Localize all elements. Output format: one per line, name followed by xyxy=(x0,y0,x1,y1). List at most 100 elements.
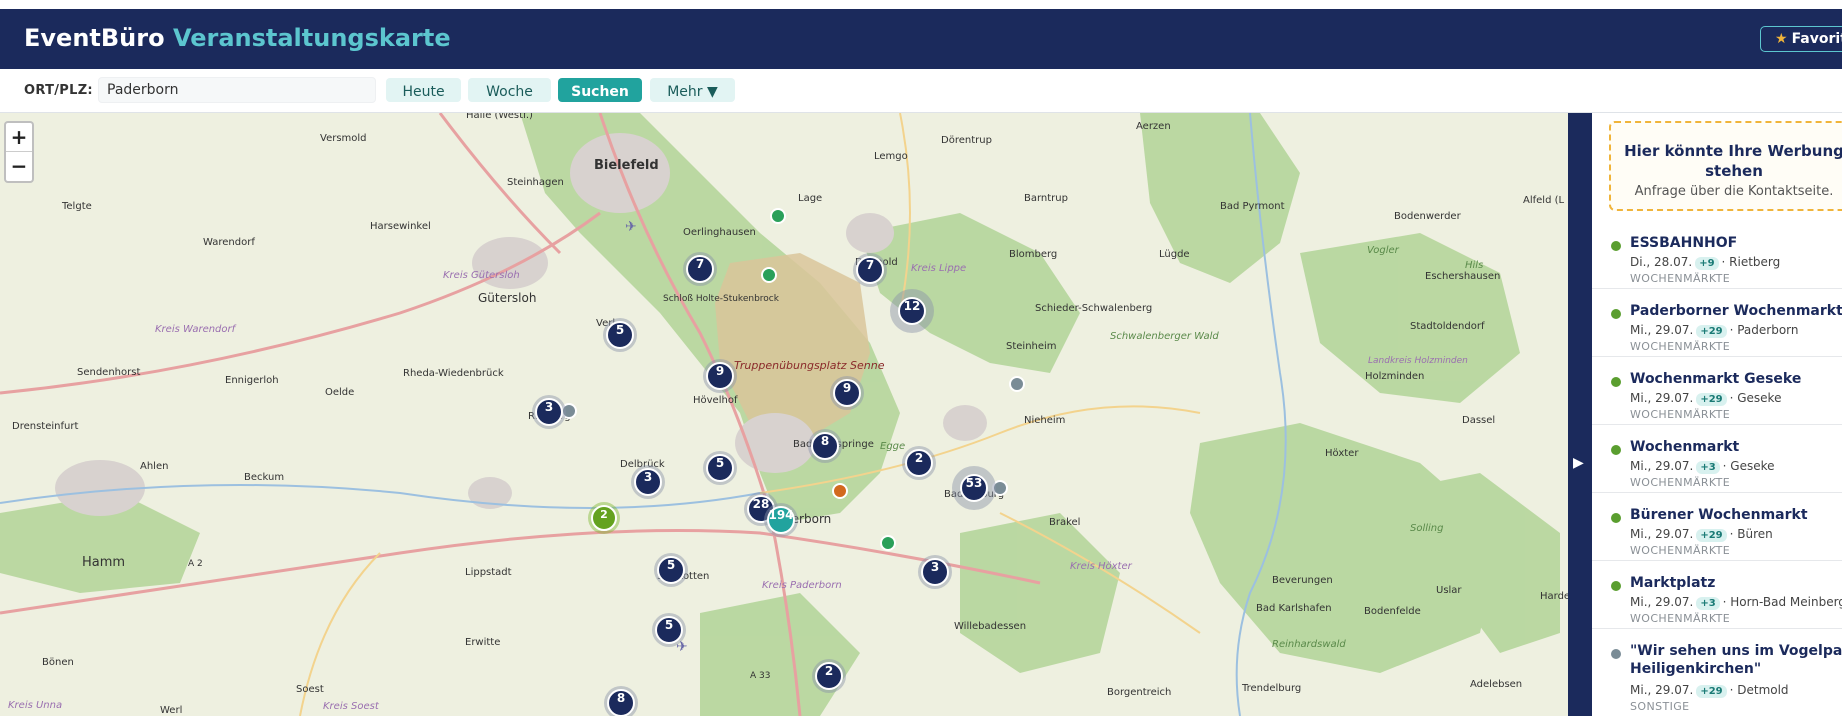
sidebar-toggle[interactable]: ▶ xyxy=(1568,113,1592,716)
place-label: Höxter xyxy=(1325,448,1359,459)
cluster-marker[interactable]: 2 xyxy=(588,502,620,534)
event-map[interactable]: Halle (Westf.) Versmold Bielefeld Lemgo … xyxy=(0,113,1568,716)
place-label: Drensteinfurt xyxy=(12,421,78,432)
status-dot-icon xyxy=(1611,513,1621,523)
search-button[interactable]: Suchen xyxy=(558,78,642,102)
place-label: Bönen xyxy=(42,657,74,668)
cluster-marker[interactable]: 53 xyxy=(952,466,996,510)
cluster-marker[interactable]: 5 xyxy=(703,451,737,485)
cluster-marker[interactable]: 2 xyxy=(812,659,846,693)
event-marker[interactable] xyxy=(761,267,777,283)
cluster-marker[interactable]: 9 xyxy=(830,376,864,410)
cluster-marker[interactable]: 2 xyxy=(902,446,936,480)
zoom-in-button[interactable]: + xyxy=(6,123,32,152)
cluster-count: 5 xyxy=(665,618,673,632)
more-dates-badge: +29 xyxy=(1696,685,1727,698)
cluster-marker[interactable]: 5 xyxy=(603,318,637,352)
place-label: Dassel xyxy=(1462,415,1495,426)
cluster-marker[interactable]: 7 xyxy=(683,252,717,286)
event-list-item[interactable]: "Wir sehen uns im Vogelpark Heiligenkirch… xyxy=(1592,629,1842,716)
cluster-marker[interactable]: 8 xyxy=(808,429,842,463)
cluster-marker[interactable]: 5 xyxy=(652,613,686,647)
zoom-control: + − xyxy=(4,121,34,183)
event-list-item[interactable]: Paderborner Wochenmarkt Mi., 29.07. +29 · P… xyxy=(1592,289,1842,357)
event-meta: Mi., 29.07. +29 · Paderborn xyxy=(1630,323,1799,338)
place-label: Kreis Soest xyxy=(323,701,380,712)
place-label: Hamm xyxy=(82,555,125,570)
cluster-marker[interactable]: 5 xyxy=(654,553,688,587)
cluster-count: 5 xyxy=(616,323,624,337)
location-input[interactable] xyxy=(98,77,376,103)
map-tiles[interactable]: Halle (Westf.) Versmold Bielefeld Lemgo … xyxy=(0,113,1568,716)
collapse-arrow-icon: ▶ xyxy=(1573,455,1584,471)
event-marker[interactable] xyxy=(1009,376,1025,392)
place-label: Oerlinghausen xyxy=(683,227,756,238)
event-meta: Mi., 29.07. +29 · Geseke xyxy=(1630,391,1781,406)
more-dates-badge: +9 xyxy=(1695,257,1719,270)
cluster-marker[interactable]: 7 xyxy=(853,253,887,287)
place-label: Schieder-Schwalenberg xyxy=(1035,303,1152,314)
cluster-marker[interactable]: 3 xyxy=(918,555,952,589)
more-button[interactable]: Mehr ▼ xyxy=(650,78,735,102)
place-label: Kreis Paderborn xyxy=(762,580,842,591)
event-category: WOCHENMÄRKTE xyxy=(1630,408,1731,421)
event-category: WOCHENMÄRKTE xyxy=(1630,544,1731,557)
place-label: Uslar xyxy=(1436,585,1462,596)
favorites-button[interactable]: ★ Favorit xyxy=(1760,26,1842,52)
cluster-count: 3 xyxy=(545,400,553,414)
event-place: · Geseke xyxy=(1729,391,1782,405)
place-label: Schloß Holte-Stukenbrock xyxy=(663,294,780,304)
week-button[interactable]: Woche xyxy=(468,78,551,102)
place-label: Willebadessen xyxy=(954,621,1026,632)
cluster-marker[interactable]: 194 xyxy=(764,503,798,537)
event-title: Wochenmarkt Geseke xyxy=(1630,371,1802,387)
zoom-out-button[interactable]: − xyxy=(6,152,32,181)
place-label: Erwitte xyxy=(465,637,500,648)
cluster-marker[interactable]: 9 xyxy=(703,359,737,393)
more-dates-badge: +29 xyxy=(1696,529,1727,542)
place-label: Kreis Gütersloh xyxy=(443,270,520,281)
place-label: Bad Karlshafen xyxy=(1256,603,1332,614)
today-button[interactable]: Heute xyxy=(386,78,461,102)
event-meta: Mi., 29.07. +29 · Detmold xyxy=(1630,683,1789,698)
event-list-item[interactable]: Wochenmarkt Geseke Mi., 29.07. +29 · Geseke… xyxy=(1592,357,1842,425)
event-place: · Detmold xyxy=(1729,683,1789,697)
cluster-count: 5 xyxy=(667,558,675,572)
more-dates-badge: +29 xyxy=(1696,393,1727,406)
event-date: Mi., 29.07. xyxy=(1630,459,1694,473)
event-marker[interactable] xyxy=(832,483,848,499)
cluster-marker[interactable]: 12 xyxy=(890,289,934,333)
event-list-item[interactable]: Marktplatz Mi., 29.07. +3 · Horn-Bad Meinbe… xyxy=(1592,561,1842,629)
event-meta: Mi., 29.07. +3 · Horn-Bad Meinberg xyxy=(1630,595,1842,610)
place-label: A 2 xyxy=(188,559,203,569)
place-label: Steinheim xyxy=(1006,341,1057,352)
event-list-item[interactable]: Bürener Wochenmarkt Mi., 29.07. +29 · Büren… xyxy=(1592,493,1842,561)
event-date: Mi., 29.07. xyxy=(1630,391,1694,405)
event-marker[interactable] xyxy=(770,208,786,224)
place-label: Truppenübungsplatz Senne xyxy=(734,359,885,372)
cluster-marker[interactable]: 3 xyxy=(631,465,665,499)
place-label: Kreis Unna xyxy=(8,700,62,711)
event-list-item[interactable]: Wochenmarkt Mi., 29.07. +3 · Geseke WOCHENMÄ… xyxy=(1592,425,1842,493)
place-label: Werl xyxy=(160,705,182,716)
event-title: Marktplatz xyxy=(1630,575,1716,591)
app-header: EventBüro Veranstaltungskarte ★ Favorit xyxy=(0,9,1842,69)
more-dates-badge: +3 xyxy=(1696,597,1720,610)
place-label: Lemgo xyxy=(874,151,908,162)
place-label: Gütersloh xyxy=(478,291,536,305)
ad-banner[interactable]: Hier könnte Ihre Werbung stehen Anfrage … xyxy=(1609,121,1842,211)
event-marker[interactable] xyxy=(880,535,896,551)
cluster-marker[interactable]: 3 xyxy=(532,395,566,429)
event-title: Paderborner Wochenmarkt xyxy=(1630,303,1842,319)
cluster-count: 2 xyxy=(600,508,608,521)
event-place: · Geseke xyxy=(1722,459,1775,473)
location-label: ORT/PLZ: xyxy=(24,83,93,98)
more-dates-badge: +3 xyxy=(1696,461,1720,474)
event-title: "Wir sehen uns im Vogelpark Heiligenkirch… xyxy=(1630,643,1842,677)
event-title: Wochenmarkt xyxy=(1630,439,1740,455)
brand-logo[interactable]: EventBüro Veranstaltungskarte xyxy=(24,24,451,52)
place-label: Beckum xyxy=(244,472,284,483)
brand-accent: Veranstaltungskarte xyxy=(172,24,451,52)
event-list-item[interactable]: ESSBAHNHOF Di., 28.07. +9 · Rietberg WOCHENM… xyxy=(1592,221,1842,289)
cluster-count: 3 xyxy=(931,560,939,574)
